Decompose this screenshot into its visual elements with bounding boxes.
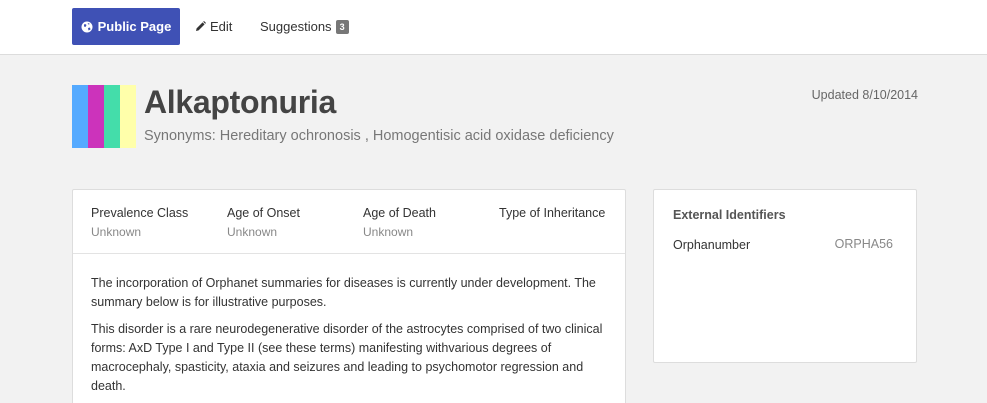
summary-note: The incorporation of Orphanet summaries … [91, 276, 596, 309]
identifier-name: Orphanumber [673, 238, 751, 252]
summary-description: This disorder is a rare neurodegenerativ… [91, 322, 603, 393]
suggestions-label: Suggestions [260, 19, 332, 34]
suggestions-tab[interactable]: Suggestions 3 [260, 8, 349, 45]
stats-row: Prevalence Class Unknown Age of Onset Un… [73, 190, 625, 254]
color-stripe-3 [104, 85, 120, 148]
stat-label: Type of Inheritance [499, 206, 606, 220]
color-stripe-4 [120, 85, 136, 148]
external-identifiers-card: External Identifiers Orphanumber ORPHA56 [653, 189, 917, 363]
color-stripe-2 [88, 85, 104, 148]
top-navigation: Public Page Edit Suggestions 3 [0, 0, 987, 55]
identifier-value[interactable]: ORPHA56 [835, 237, 893, 251]
disease-info-card: Prevalence Class Unknown Age of Onset Un… [72, 189, 626, 403]
stat-label: Age of Onset [227, 206, 300, 220]
suggestions-count-badge: 3 [335, 19, 349, 34]
synonyms-text: Synonyms: Hereditary ochronosis , Homoge… [144, 128, 614, 144]
stat-age-of-onset: Age of Onset Unknown [227, 206, 300, 239]
stat-value: Unknown [363, 225, 414, 239]
color-stripe-1 [72, 85, 88, 148]
pencil-icon [195, 21, 206, 32]
public-page-label: Public Page [97, 19, 172, 34]
stat-value: Unknown [227, 225, 278, 239]
globe-icon [81, 21, 93, 33]
edit-label: Edit [210, 19, 233, 34]
stat-prevalence-class: Prevalence Class Unknown [91, 206, 188, 239]
disease-color-bar [72, 85, 136, 148]
public-page-button[interactable]: Public Page [72, 8, 180, 45]
edit-button[interactable]: Edit [195, 8, 232, 45]
disease-summary: The incorporation of Orphanet summaries … [73, 254, 625, 396]
external-identifiers-title: External Identifiers [673, 208, 786, 222]
stat-age-of-death: Age of Death Unknown [363, 206, 436, 239]
updated-date: Updated 8/10/2014 [811, 88, 918, 102]
stat-label: Prevalence Class [91, 206, 189, 220]
stat-type-of-inheritance: Type of Inheritance [499, 206, 605, 225]
stat-label: Age of Death [363, 206, 436, 220]
page-title: Alkaptonuria [144, 84, 336, 120]
stat-value: Unknown [91, 225, 142, 239]
